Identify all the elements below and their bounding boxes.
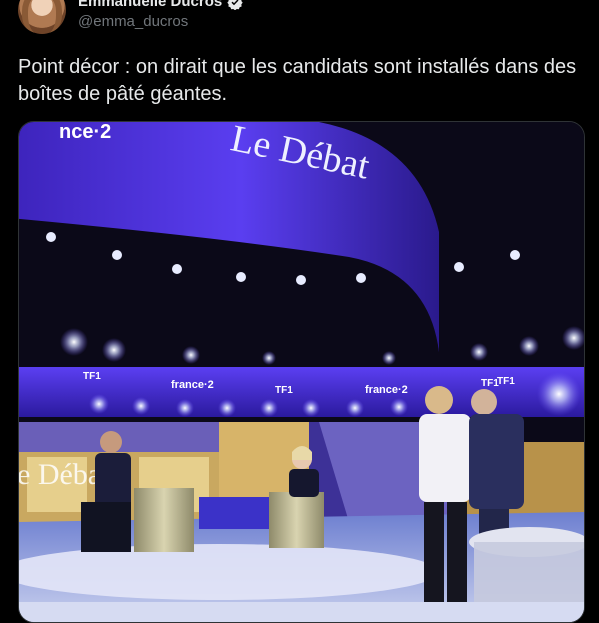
tf1-logo-a: TF1 xyxy=(83,371,101,382)
tf1-logo-b: TF1 xyxy=(275,385,293,396)
channel-logo-top: nce·2 xyxy=(59,122,111,143)
author-name-row: Emmanuelle Ducros xyxy=(78,0,243,10)
candidate-box-left xyxy=(134,488,194,552)
tweet: Emmanuelle Ducros @emma_ducros ··· Point… xyxy=(0,0,599,623)
tweet-text: Point décor : on dirait que les candidat… xyxy=(18,56,577,105)
author-display-name[interactable]: Emmanuelle Ducros xyxy=(78,0,222,10)
france2-logo-b: france·2 xyxy=(365,384,408,396)
screen-text: e Déba xyxy=(19,458,101,491)
tweet-media-image[interactable]: nce·2 Le Débat TF1 france·2 TF1 france·2… xyxy=(18,121,585,623)
candidate-box-right xyxy=(269,492,324,548)
avatar-hair xyxy=(22,0,62,34)
author-handle[interactable]: @emma_ducros xyxy=(78,13,188,30)
avatar[interactable] xyxy=(18,0,66,34)
tf1-logo-d: TF1 xyxy=(497,376,515,387)
verified-badge-icon xyxy=(227,0,243,10)
more-options-icon[interactable]: ··· xyxy=(557,0,581,14)
studio-photo: nce·2 Le Débat TF1 france·2 TF1 france·2… xyxy=(19,122,584,622)
france2-logo-a: france·2 xyxy=(171,379,214,391)
